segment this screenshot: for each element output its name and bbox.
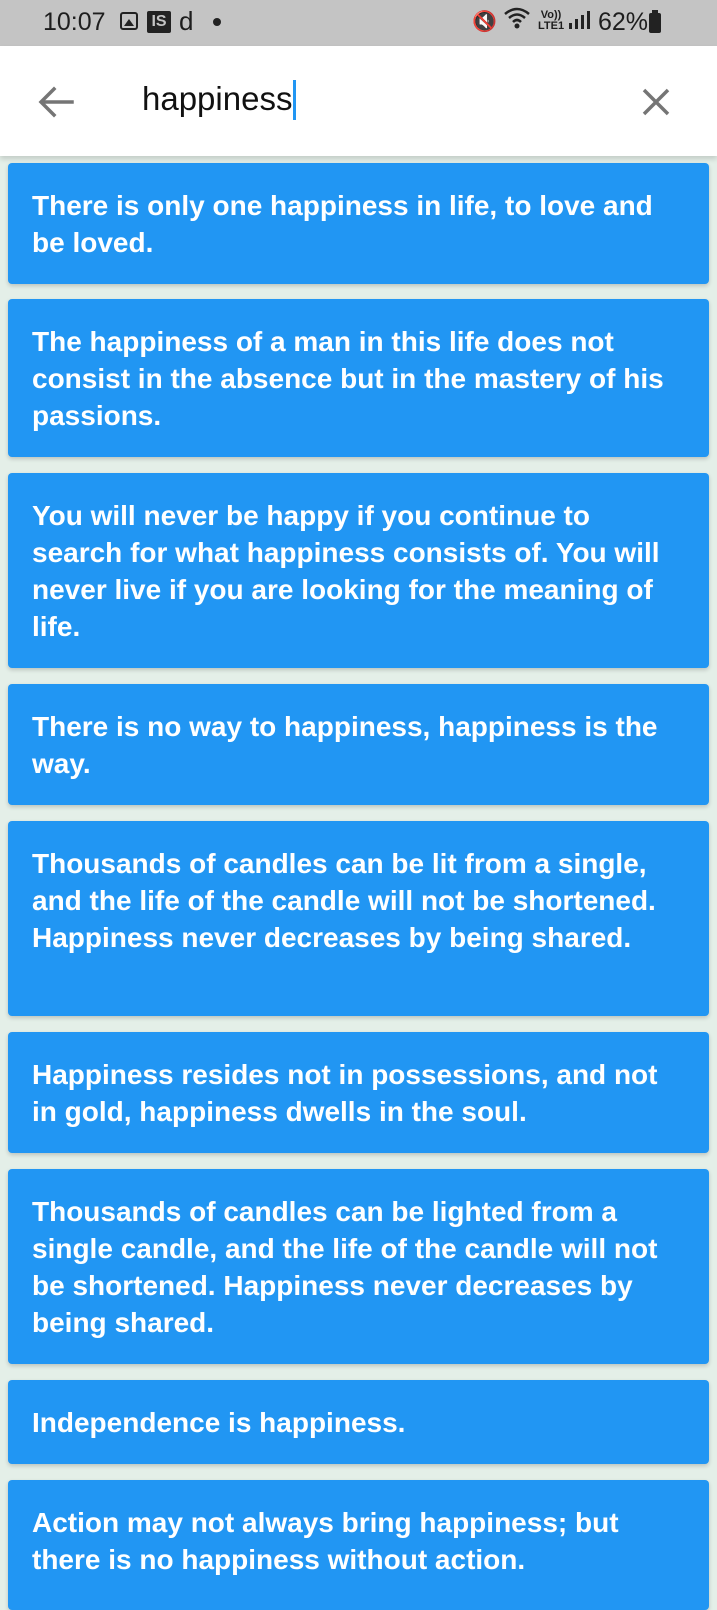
- quote-card[interactable]: The happiness of a man in this life does…: [8, 299, 709, 457]
- search-input[interactable]: happiness: [142, 80, 292, 118]
- quote-card[interactable]: Independence is happiness.: [8, 1380, 709, 1464]
- wifi-icon: [503, 6, 531, 36]
- quote-card[interactable]: You will never be happy if you continue …: [8, 473, 709, 668]
- battery-percent: 62%: [598, 8, 649, 36]
- arrow-back-icon: [38, 86, 74, 118]
- volte-line2: LTE1: [538, 20, 565, 32]
- quote-text: Thousands of candles can be lit from a s…: [32, 848, 656, 953]
- quote-text: The happiness of a man in this life does…: [32, 326, 664, 431]
- quote-text: Independence is happiness.: [32, 1407, 406, 1438]
- quote-text: Happiness resides not in possessions, an…: [32, 1059, 658, 1127]
- quote-text: There is only one happiness in life, to …: [32, 190, 653, 258]
- quote-text: There is no way to happiness, happiness …: [32, 711, 658, 779]
- more-notifications-dot-icon: [213, 18, 221, 26]
- status-time: 10:07: [43, 8, 106, 36]
- quote-card[interactable]: Action may not always bring happiness; b…: [8, 1480, 709, 1610]
- close-icon: [642, 88, 670, 116]
- battery-icon: [649, 10, 661, 33]
- volte-icon: Vo)) LTE1: [538, 10, 564, 32]
- quote-card[interactable]: There is only one happiness in life, to …: [8, 163, 709, 284]
- quote-card[interactable]: Thousands of candles can be lighted from…: [8, 1169, 709, 1364]
- signal-icon: [568, 9, 590, 37]
- search-bar: happiness: [0, 46, 717, 156]
- gallery-notification-icon: [120, 12, 138, 30]
- quote-card[interactable]: Happiness resides not in possessions, an…: [8, 1032, 709, 1153]
- quote-text: You will never be happy if you continue …: [32, 500, 660, 642]
- clear-search-button[interactable]: [632, 78, 680, 126]
- text-cursor: [293, 80, 296, 120]
- quote-text: Thousands of candles can be lighted from…: [32, 1196, 658, 1338]
- quote-text: Action may not always bring happiness; b…: [32, 1507, 619, 1575]
- mute-icon: 🔇: [472, 11, 497, 33]
- d-notification-icon: d: [179, 6, 194, 36]
- quote-card[interactable]: There is no way to happiness, happiness …: [8, 684, 709, 805]
- is-notification-icon: IS: [147, 11, 171, 33]
- status-bar: 10:07 IS d 🔇 Vo)) LTE1 62%: [0, 0, 717, 46]
- back-button[interactable]: [32, 78, 80, 126]
- quote-card[interactable]: Thousands of candles can be lit from a s…: [8, 821, 709, 1016]
